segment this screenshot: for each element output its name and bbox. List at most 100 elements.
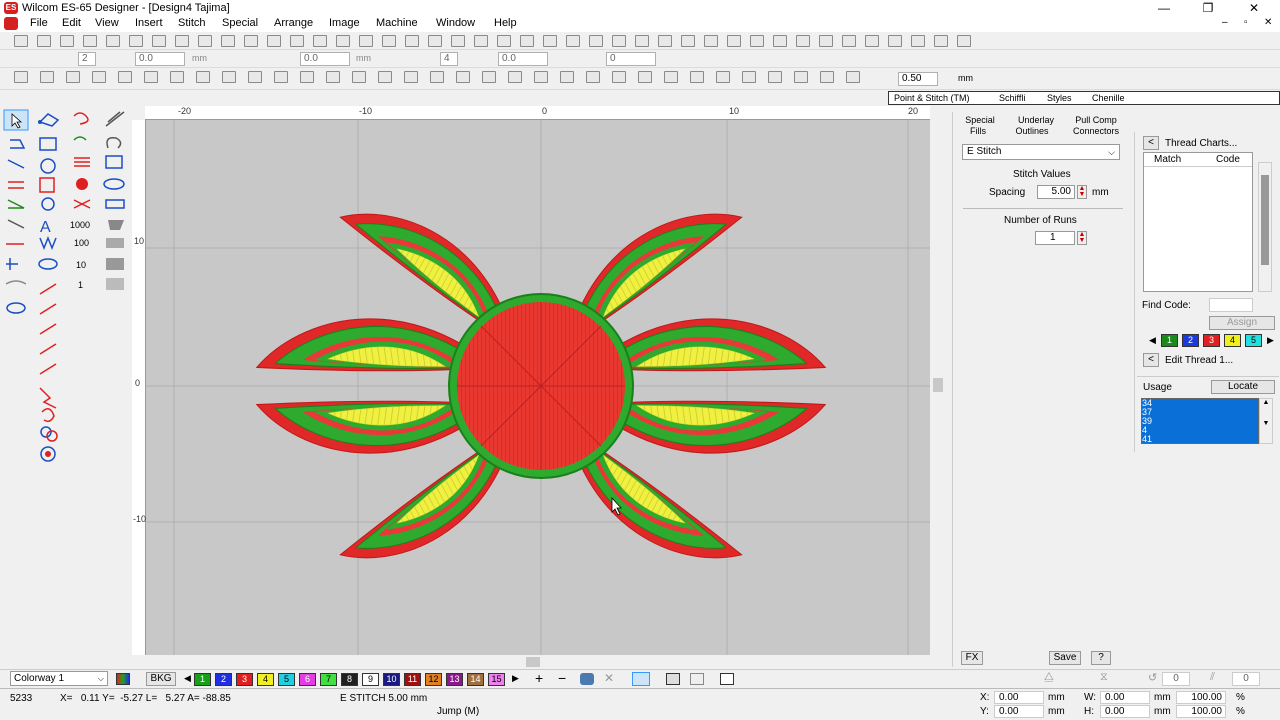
prev-color-icon[interactable]: ◀ (184, 673, 191, 684)
palette-swatch[interactable]: 12 (425, 673, 442, 686)
thread-swatch[interactable]: 4 (1224, 334, 1241, 347)
find-code-input[interactable] (1209, 298, 1253, 312)
menu-help[interactable]: Help (494, 17, 517, 29)
palette-swatch[interactable]: 5 (278, 673, 295, 686)
runs-input[interactable]: 1 (1035, 231, 1075, 245)
toolbar-button-icon[interactable] (66, 71, 80, 83)
offset-y-field[interactable]: 0.0 (300, 52, 350, 66)
toolbar-button-icon[interactable] (352, 71, 366, 83)
design-canvas[interactable] (146, 120, 930, 655)
thread-list[interactable]: Match Code (1143, 152, 1253, 292)
collapse-icon[interactable]: < (1143, 353, 1159, 367)
minimize-button[interactable]: — (1144, 0, 1184, 16)
y-field[interactable]: 0.00 (994, 705, 1044, 718)
toolbar-button-icon[interactable] (196, 71, 210, 83)
toolbar-button-icon[interactable] (842, 35, 856, 47)
toolbar-button-icon[interactable] (768, 71, 782, 83)
toolbar-button-icon[interactable] (820, 71, 834, 83)
toolbar-button-icon[interactable] (430, 71, 444, 83)
toolbar-button-icon[interactable] (819, 35, 833, 47)
palette-swatch[interactable]: 6 (299, 673, 316, 686)
tab-underlay[interactable]: Underlay (1011, 115, 1061, 125)
palette-swatch[interactable]: 13 (446, 673, 463, 686)
canvas-horizontal-scrollbar[interactable] (146, 655, 930, 669)
toolbar-button-icon[interactable] (474, 35, 488, 47)
toolbar-button-icon[interactable] (326, 71, 340, 83)
toolbar-button-icon[interactable] (170, 71, 184, 83)
menu-edit[interactable]: Edit (62, 17, 81, 29)
thread-swatch[interactable]: 1 (1161, 334, 1178, 347)
palette-swatch[interactable]: 7 (320, 673, 337, 686)
palette-swatch[interactable]: 15 (488, 673, 505, 686)
toolbar-button-icon[interactable] (175, 35, 189, 47)
toolbar-button-icon[interactable] (690, 71, 704, 83)
toolbar-button-icon[interactable] (221, 35, 235, 47)
toolbar-button-icon[interactable] (589, 35, 603, 47)
tab-styles[interactable]: Styles (1047, 93, 1072, 103)
thread-charts-link[interactable]: Thread Charts... (1165, 138, 1237, 149)
fabric-icon[interactable] (666, 673, 680, 685)
toolbar-button-icon[interactable] (144, 71, 158, 83)
toolbar-button-icon[interactable] (727, 35, 741, 47)
thread-color-icon[interactable] (580, 673, 594, 685)
toolbar-button-icon[interactable] (865, 35, 879, 47)
usage-item[interactable]: 39 (1142, 417, 1258, 426)
toolbar-button-icon[interactable] (60, 35, 74, 47)
usage-item[interactable]: 4 (1142, 426, 1258, 435)
collapse-icon[interactable]: < (1143, 136, 1159, 150)
rotate-icon[interactable]: ↺ (1148, 671, 1157, 684)
usage-item[interactable]: 41 (1142, 435, 1258, 444)
width-field[interactable]: 2 (78, 52, 96, 66)
edit-thread-link[interactable]: Edit Thread 1... (1165, 355, 1233, 366)
tab-outlines[interactable]: Outlines (1007, 126, 1057, 136)
toolbar-button-icon[interactable] (635, 35, 649, 47)
toolbar-button-icon[interactable] (520, 35, 534, 47)
toolbar-button-icon[interactable] (248, 71, 262, 83)
hoop-icon[interactable] (690, 673, 704, 685)
usage-scrollbar[interactable]: ▲ ▼ (1259, 398, 1273, 444)
toolbar-button-icon[interactable] (612, 71, 626, 83)
thread-swatch[interactable]: 3 (1203, 334, 1220, 347)
palette-swatch[interactable]: 2 (215, 673, 232, 686)
menu-file[interactable]: File (30, 17, 48, 29)
usage-item[interactable]: 34 (1142, 399, 1258, 408)
tab-fills[interactable]: Fills (953, 126, 1003, 136)
flip-icon[interactable]: ⧖ (1100, 671, 1108, 684)
spacing-field[interactable]: 0.0 (498, 52, 548, 66)
toolbar-button-icon[interactable] (382, 35, 396, 47)
toolbar-button-icon[interactable] (750, 35, 764, 47)
scroll-thumb[interactable] (933, 378, 943, 392)
remove-color-icon[interactable]: − (558, 670, 566, 686)
menu-window[interactable]: Window (436, 17, 475, 29)
mdi-close-icon[interactable]: ✕ (1264, 17, 1272, 28)
palette-swatch[interactable]: 8 (341, 673, 358, 686)
fx-button[interactable]: FX (961, 651, 983, 665)
toolbar-button-icon[interactable] (482, 71, 496, 83)
zoom-field[interactable]: 0.50 (898, 72, 938, 86)
column-code[interactable]: Code (1216, 154, 1240, 165)
toolbar-button-icon[interactable] (313, 35, 327, 47)
palette-swatch[interactable]: 1 (194, 673, 211, 686)
toolbar-button-icon[interactable] (404, 71, 418, 83)
tab-point-stitch[interactable]: Point & Stitch (TM) (894, 93, 970, 103)
toolbar-button-icon[interactable] (336, 35, 350, 47)
toolbar-button-icon[interactable] (92, 71, 106, 83)
x-field[interactable]: 0.00 (994, 691, 1044, 704)
mdi-minimize-icon[interactable]: – (1222, 17, 1228, 28)
maximize-button[interactable]: ❐ (1188, 0, 1228, 16)
next-swatch-icon[interactable]: ▶ (1267, 335, 1274, 346)
toolbar-button-icon[interactable] (560, 71, 574, 83)
toolbar-button-icon[interactable] (267, 35, 281, 47)
toolbar-button-icon[interactable] (129, 35, 143, 47)
offset-x-field[interactable]: 0.0 (135, 52, 185, 66)
locate-button[interactable]: Locate (1211, 380, 1275, 394)
toolbar-button-icon[interactable] (742, 71, 756, 83)
menu-special[interactable]: Special (222, 17, 258, 29)
toolbar-button-icon[interactable] (198, 35, 212, 47)
skew-angle-field[interactable]: 0 (1232, 672, 1260, 686)
thread-swatch[interactable]: 5 (1245, 334, 1262, 347)
close-button[interactable]: ✕ (1234, 0, 1274, 16)
add-color-icon[interactable]: + (535, 670, 543, 686)
help-button[interactable]: ? (1091, 651, 1111, 665)
toolbar-button-icon[interactable] (106, 35, 120, 47)
